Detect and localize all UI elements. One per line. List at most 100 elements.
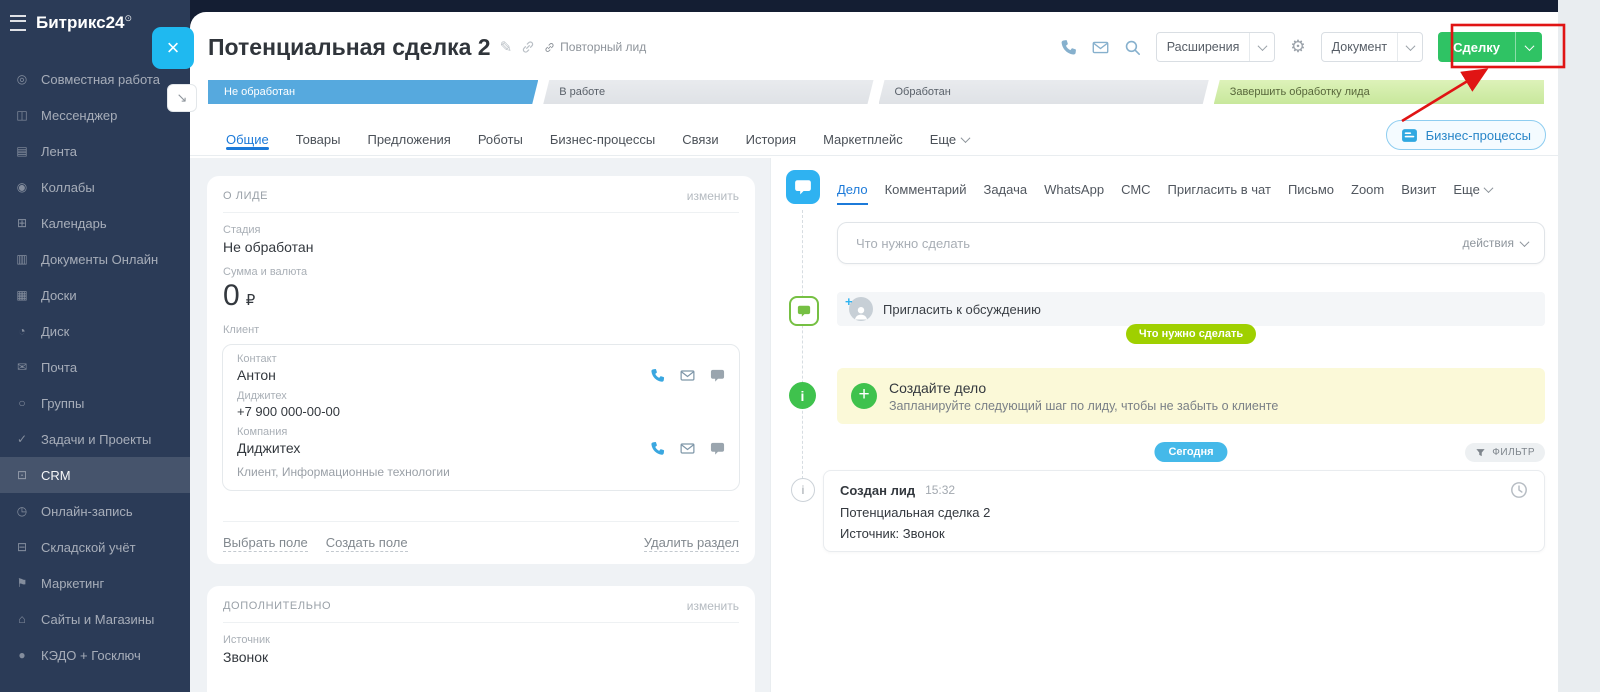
tab-robots[interactable]: Роботы [478, 132, 523, 147]
timeline-pane: Дело Комментарий Задача WhatsApp СМС При… [770, 158, 1558, 692]
tab-whatsapp[interactable]: WhatsApp [1044, 182, 1104, 197]
marketing-icon: ⚑ [13, 576, 31, 590]
sidebar-item-marketing[interactable]: ⚑Маркетинг [0, 565, 190, 601]
stage-processed[interactable]: Обработан [879, 80, 1209, 104]
sidebar-item-docs-online[interactable]: ▥Документы Онлайн [0, 241, 190, 277]
stage-finish-processing[interactable]: Завершить обработку лида [1214, 80, 1544, 104]
repeat-lead-badge[interactable]: Повторный лид [544, 40, 646, 54]
tab-marketplace[interactable]: Маркетплейс [823, 132, 903, 147]
tabs-divider [190, 155, 1558, 156]
tab-comment[interactable]: Комментарий [885, 182, 967, 197]
add-activity-icon[interactable] [851, 383, 877, 409]
sidebar-item-crm[interactable]: ⊡CRM [0, 457, 190, 493]
extensions-dropdown[interactable]: Расширения [1156, 32, 1276, 62]
hamburger-menu-icon[interactable] [10, 15, 26, 31]
delete-section-link[interactable]: Удалить раздел [644, 535, 739, 552]
sidebar-item-online-booking[interactable]: ◷Онлайн-запись [0, 493, 190, 529]
sidebar-item-groups[interactable]: ○Группы [0, 385, 190, 421]
stage-field-value[interactable]: Не обработан [207, 236, 755, 255]
tab-relations[interactable]: Связи [682, 132, 718, 147]
sidebar-item-warehouse[interactable]: ⊟Складской учёт [0, 529, 190, 565]
create-deal-button[interactable]: Сделку [1438, 32, 1542, 62]
sidebar-item-kedo[interactable]: ●КЭДО + Госключ [0, 637, 190, 673]
company-call-icon[interactable] [650, 441, 665, 456]
call-icon[interactable] [1060, 39, 1077, 56]
bitrix24-logo[interactable]: Битрикс24⊙ [36, 13, 132, 33]
edit-title-icon[interactable]: ✎ [500, 38, 513, 56]
email-icon[interactable] [1092, 39, 1109, 56]
copy-link-icon[interactable] [521, 40, 535, 54]
tab-quotes[interactable]: Предложения [367, 132, 450, 147]
edit-section-link[interactable]: изменить [687, 599, 739, 613]
divider [223, 521, 739, 522]
info-marker-icon [789, 382, 816, 409]
tab-visit[interactable]: Визит [1401, 182, 1436, 197]
sidebar-item-boards[interactable]: ▦Доски [0, 277, 190, 313]
contact-name-link[interactable]: Антон [237, 367, 276, 383]
sidebar-item-sites-stores[interactable]: ⌂Сайты и Магазины [0, 601, 190, 637]
chevron-down-icon[interactable] [1249, 33, 1274, 61]
document-dropdown[interactable]: Документ [1321, 32, 1423, 62]
sidebar-item-mail[interactable]: ✉Почта [0, 349, 190, 385]
edit-section-link[interactable]: изменить [687, 189, 739, 203]
todo-input[interactable] [854, 235, 1463, 252]
tab-activity[interactable]: Дело [837, 182, 868, 197]
search-icon[interactable] [1124, 39, 1141, 56]
tab-zoom[interactable]: Zoom [1351, 182, 1384, 197]
business-processes-button[interactable]: Бизнес-процессы [1386, 120, 1546, 150]
field-actions-row: Выбрать поле Создать поле Удалить раздел [223, 535, 739, 552]
bitrix24-app: Битрикс24⊙ ◎Совместная работа ◫Мессендже… [0, 0, 1600, 692]
logo-text: Битрикс24 [36, 13, 124, 32]
tab-task[interactable]: Задача [983, 182, 1027, 197]
stage-in-progress[interactable]: В работе [543, 80, 873, 104]
gear-icon[interactable]: ⚙ [1290, 37, 1305, 57]
company-email-icon[interactable] [680, 441, 695, 456]
amount-field-value[interactable]: 0₽ [207, 278, 755, 313]
tab-general[interactable]: Общие [226, 132, 269, 147]
tab-more[interactable]: Еще [930, 132, 969, 147]
tab-sms[interactable]: СМС [1121, 182, 1150, 197]
contact-phone-value[interactable]: +7 900 000-00-00 [237, 404, 725, 419]
hint-title[interactable]: Создайте дело [889, 380, 1278, 396]
invite-to-discussion-row[interactable]: + Пригласить к обсуждению [837, 292, 1545, 326]
entry-line1: Потенциальная сделка 2 [840, 505, 1528, 520]
tab-invite-to-chat[interactable]: Пригласить в чат [1168, 182, 1271, 197]
funnel-icon [1475, 447, 1486, 458]
add-person-icon: + [849, 297, 873, 321]
contact-email-icon[interactable] [680, 368, 695, 383]
sidebar-item-tasks-projects[interactable]: ✓Задачи и Проекты [0, 421, 190, 457]
chevron-down-icon[interactable] [1397, 33, 1422, 61]
choose-field-link[interactable]: Выбрать поле [223, 535, 308, 552]
source-field-value[interactable]: Звонок [207, 646, 755, 665]
collapse-slider-button[interactable]: ↘ [167, 84, 197, 112]
sidebar-item-calendar[interactable]: ⊞Календарь [0, 205, 190, 241]
company-chat-icon[interactable] [710, 441, 725, 456]
company-name-link[interactable]: Диджитех [237, 440, 300, 456]
contact-chat-icon[interactable] [710, 368, 725, 383]
sidebar-item-feed[interactable]: ▤Лента [0, 133, 190, 169]
tab-timeline-more[interactable]: Еще [1453, 182, 1491, 197]
actions-dropdown[interactable]: действия [1463, 236, 1528, 250]
kedo-icon: ● [13, 648, 31, 662]
tab-letter[interactable]: Письмо [1288, 182, 1334, 197]
documents-icon: ▥ [13, 252, 31, 266]
hint-text: Запланируйте следующий шаг по лиду, чтоб… [889, 399, 1278, 413]
section-title: ДОПОЛНИТЕЛЬНО [223, 600, 331, 612]
tab-history[interactable]: История [746, 132, 796, 147]
calendar-icon: ⊞ [13, 216, 31, 230]
filter-button[interactable]: ФИЛЬТР [1465, 443, 1545, 462]
close-slider-button[interactable]: × [152, 27, 194, 69]
timeline-entry-lead-created[interactable]: Создан лид 15:32 Потенциальная сделка 2 … [823, 470, 1545, 552]
messenger-icon: ◫ [13, 108, 31, 122]
contact-company-label: Диджитех [237, 390, 725, 402]
sidebar-item-disk[interactable]: ◔Диск [0, 313, 190, 349]
tab-products[interactable]: Товары [296, 132, 341, 147]
sidebar-item-collabs[interactable]: ◉Коллабы [0, 169, 190, 205]
contact-call-icon[interactable] [650, 368, 665, 383]
chevron-down-icon[interactable] [1515, 32, 1542, 62]
scroll-gutter[interactable] [1558, 0, 1600, 692]
stage-not-processed[interactable]: Не обработан [208, 80, 538, 104]
sidebar-item-messenger[interactable]: ◫Мессенджер [0, 97, 190, 133]
create-field-link[interactable]: Создать поле [326, 535, 408, 552]
tab-business-processes[interactable]: Бизнес-процессы [550, 132, 655, 147]
